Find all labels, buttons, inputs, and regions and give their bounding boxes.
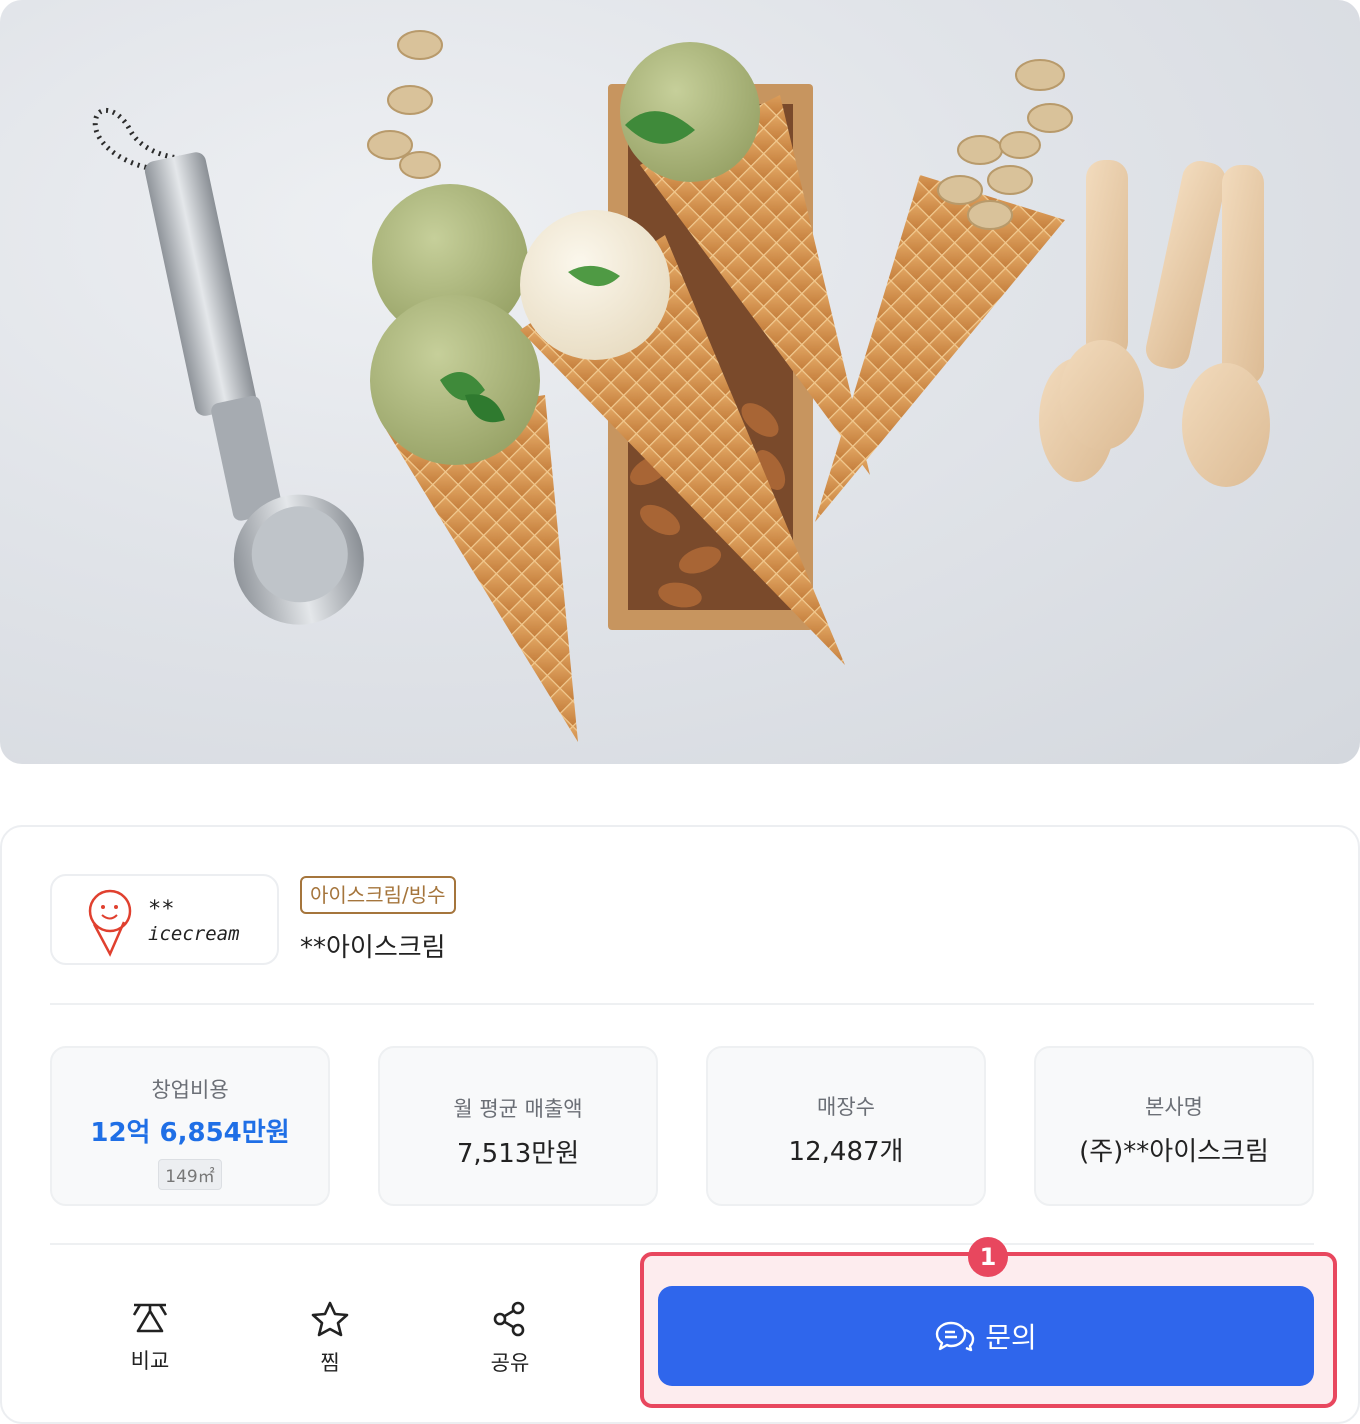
compare-label: 비교 <box>130 1349 170 1373</box>
hero-image <box>0 0 1360 764</box>
share-icon <box>493 1301 525 1337</box>
stat-label: 매장수 <box>817 1095 875 1119</box>
stat-value: 12,487개 <box>788 1137 904 1167</box>
stat-label: 창업비용 <box>151 1078 229 1102</box>
star-icon <box>311 1301 349 1337</box>
share-label: 공유 <box>490 1351 530 1375</box>
brand-name: **아이스크림 <box>300 933 446 963</box>
stat-label: 월 평균 매출액 <box>453 1097 583 1121</box>
favorite-button[interactable]: 찜 <box>270 1301 390 1377</box>
divider <box>50 1243 1314 1245</box>
brand-logo: ** icecream <box>50 874 279 965</box>
inquiry-button[interactable]: 문의 <box>658 1286 1314 1386</box>
stat-value: (주)**아이스크림 <box>1079 1137 1269 1167</box>
stat-value: 7,513만원 <box>456 1139 580 1169</box>
area-badge: 149㎡ <box>158 1159 222 1190</box>
stat-label: 본사명 <box>1145 1095 1203 1119</box>
share-button[interactable]: 공유 <box>450 1301 570 1377</box>
favorite-label: 찜 <box>320 1351 340 1375</box>
chat-bubbles-icon <box>936 1321 975 1352</box>
compare-button[interactable]: 비교 <box>90 1301 210 1375</box>
annotation-badge: 1 <box>968 1237 1008 1277</box>
stat-company-name: 본사명 (주)**아이스크림 <box>1034 1046 1314 1206</box>
inquiry-label: 문의 <box>985 1322 1037 1353</box>
stat-store-count: 매장수 12,487개 <box>706 1046 986 1206</box>
category-tag: 아이스크림/빙수 <box>300 876 456 914</box>
compare-icon <box>132 1303 168 1333</box>
stat-monthly-sales: 월 평균 매출액 7,513만원 <box>378 1046 658 1206</box>
franchise-card: ** icecream 아이스크림/빙수 **아이스크림 창업비용 12억 6,… <box>0 825 1360 1424</box>
divider <box>50 1003 1314 1005</box>
logo-text-bottom: icecream <box>148 923 240 945</box>
stat-value: 12억 6,854만원 <box>90 1118 290 1148</box>
logo-text-top: ** <box>148 897 175 922</box>
stat-startup-cost: 창업비용 12억 6,854만원 149㎡ <box>50 1046 330 1206</box>
